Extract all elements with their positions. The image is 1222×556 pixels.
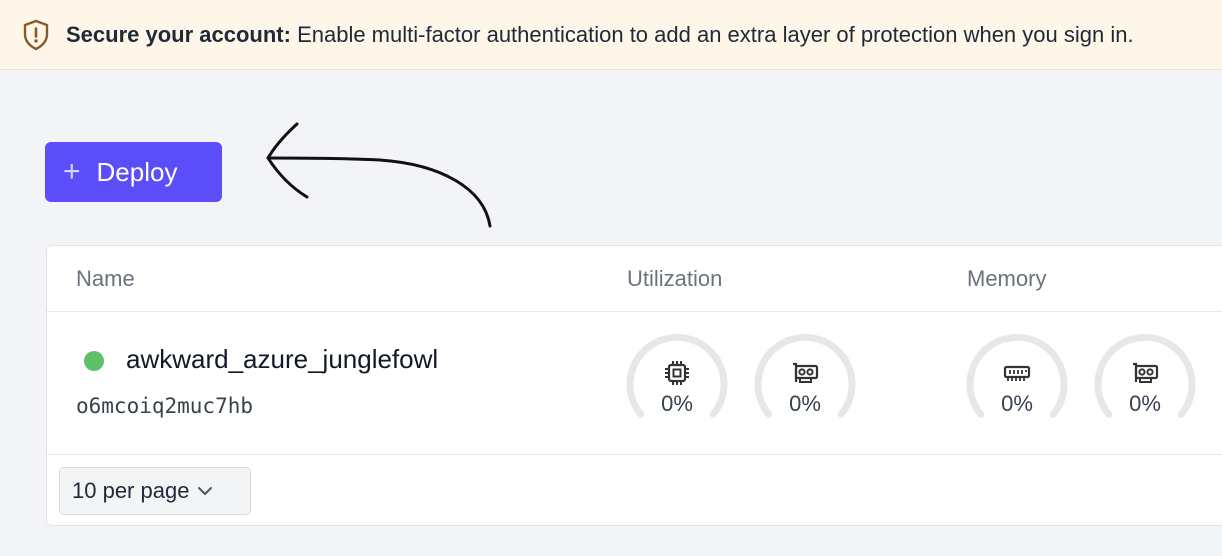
status-indicator xyxy=(84,351,104,371)
instance-id: o6mcoiq2muc7hb xyxy=(76,394,254,418)
banner-text: Secure your account: Enable multi-factor… xyxy=(66,22,1134,48)
memory-icon xyxy=(1003,365,1031,381)
instances-table: Name Utilization Memory awkward_azure_ju… xyxy=(46,245,1222,526)
column-header-memory: Memory xyxy=(967,266,1047,291)
per-page-label: 10 per page xyxy=(72,478,190,503)
gpu-utilization-value: 0% xyxy=(789,391,821,416)
instance-name[interactable]: awkward_azure_junglefowl xyxy=(126,344,438,375)
gpu-memory-gauge: 0% xyxy=(1093,331,1197,435)
deploy-button[interactable]: + Deploy xyxy=(45,142,222,202)
hand-drawn-arrow xyxy=(266,122,492,228)
plus-icon: + xyxy=(63,155,81,188)
shield-warning-icon xyxy=(23,19,49,50)
ram-memory-gauge: 0% xyxy=(965,331,1069,435)
chevron-down-icon xyxy=(198,487,213,495)
banner-message: Enable multi-factor authentication to ad… xyxy=(290,21,1134,47)
gpu-utilization-gauge: 0% xyxy=(753,331,857,435)
cpu-utilization-gauge: 0% xyxy=(625,331,729,435)
cpu-icon xyxy=(665,361,689,385)
gpu-card-icon xyxy=(1133,362,1159,383)
banner-title: Secure your account: xyxy=(66,21,291,47)
gpu-memory-value: 0% xyxy=(1129,391,1161,416)
table-row[interactable]: awkward_azure_junglefowl o6mcoiq2muc7hb … xyxy=(47,311,1222,455)
cpu-utilization-value: 0% xyxy=(661,391,693,416)
gpu-card-icon xyxy=(793,362,819,383)
ram-memory-value: 0% xyxy=(1001,391,1033,416)
per-page-select[interactable]: 10 per page xyxy=(59,467,251,515)
deploy-button-label: Deploy xyxy=(96,156,178,187)
security-banner: Secure your account: Enable multi-factor… xyxy=(0,0,1222,70)
column-header-name: Name xyxy=(76,266,135,291)
column-header-utilization: Utilization xyxy=(627,266,723,291)
table-header: Name Utilization Memory xyxy=(47,246,1222,312)
